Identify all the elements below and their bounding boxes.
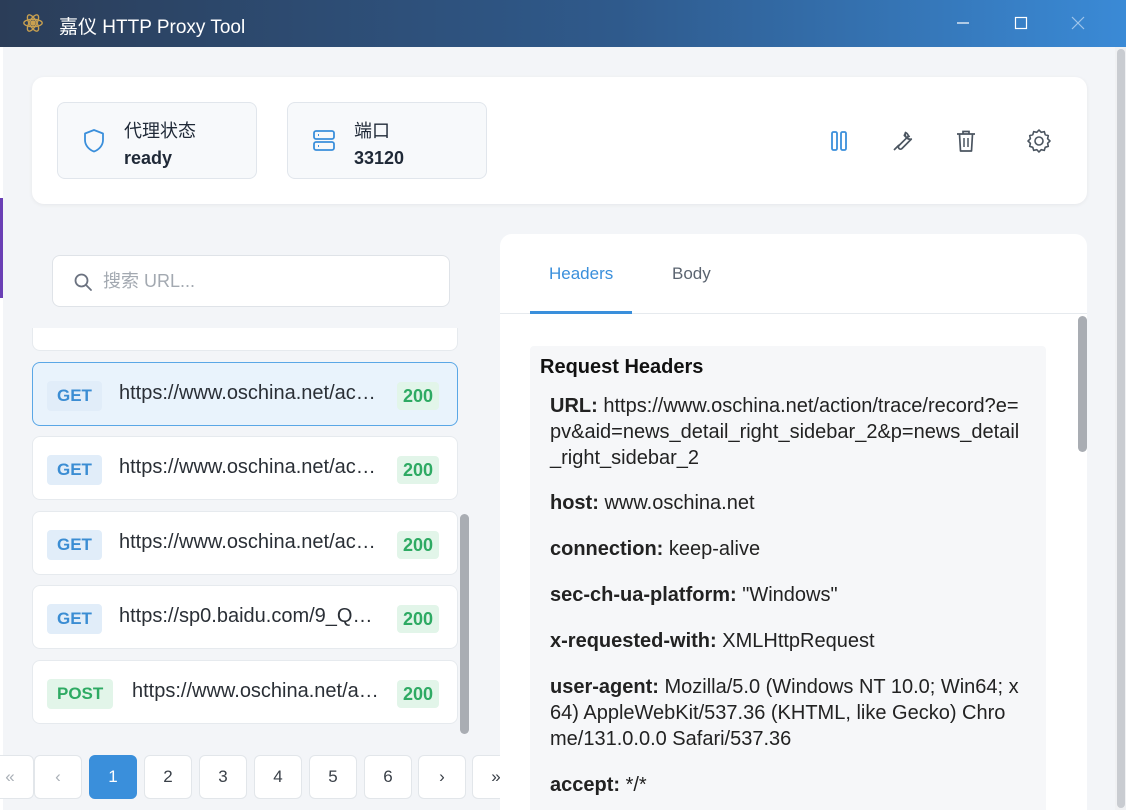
header-value: XMLHttpRequest xyxy=(722,630,875,652)
request-url: https://www.oschina.net/action/trace/rec… xyxy=(119,531,381,553)
clear-button[interactable] xyxy=(950,125,982,157)
header-entry: accept: */* xyxy=(550,772,1020,798)
page-button-5[interactable]: 5 xyxy=(309,755,357,799)
close-icon xyxy=(1071,16,1085,30)
header-value: keep-alive xyxy=(668,538,761,560)
request-list: GET https://www.oschina.net/action/trace… xyxy=(30,328,462,736)
page-button-3[interactable]: 3 xyxy=(199,755,247,799)
status-badge: 200 xyxy=(397,382,440,410)
title-bar: 嘉仪 HTTP Proxy Tool xyxy=(0,0,1126,47)
proxy-status-label: 代理状态 xyxy=(124,121,196,141)
port-label: 端口 xyxy=(354,121,390,141)
page-button-1[interactable]: 1 xyxy=(89,755,137,799)
request-url: https://www.oschina.net/action/trace/rec… xyxy=(119,382,381,404)
method-badge: POST xyxy=(47,679,114,709)
page-button-4[interactable]: 4 xyxy=(254,755,302,799)
detail-scroll-thumb[interactable] xyxy=(1078,316,1087,452)
last-page-button[interactable]: » xyxy=(472,755,500,799)
window-scroll-thumb[interactable] xyxy=(1117,49,1125,808)
header-entry: connection: keep-alive xyxy=(550,536,1020,562)
gear-icon xyxy=(1027,129,1051,153)
header-entry: URL: https://www.oschina.net/action/trac… xyxy=(550,393,1020,471)
header-entry: x-requested-with: XMLHttpRequest xyxy=(550,628,1020,654)
header-value: https://www.oschina.net/action/trace/rec… xyxy=(550,395,1020,469)
prev-page-button[interactable]: ‹ xyxy=(34,755,82,799)
header-key: URL: xyxy=(550,395,598,417)
request-url: https://www.oschina.net/action/ajax/reco… xyxy=(132,680,384,702)
request-row[interactable]: GET https://sp0.baidu.com/9_Q4simg2RQJ8t… xyxy=(32,585,458,649)
header-key: host: xyxy=(550,492,599,514)
minimize-icon xyxy=(957,22,969,24)
search-input[interactable] xyxy=(103,266,433,296)
header-entry: host: www.oschina.net xyxy=(550,490,1020,516)
settings-button[interactable] xyxy=(1023,125,1055,157)
window-title: 嘉仪 HTTP Proxy Tool xyxy=(59,17,246,38)
pagination: « ‹ 1 2 3 4 5 6 › » xyxy=(0,755,500,799)
maximize-icon xyxy=(1014,16,1028,30)
page-button-6[interactable]: 6 xyxy=(364,755,412,799)
proxy-status-value: ready xyxy=(124,148,173,168)
status-card: 代理状态 ready 端口 33120 xyxy=(32,77,1087,204)
proxy-status-stat: 代理状态 ready xyxy=(57,102,257,179)
pause-icon xyxy=(831,131,847,151)
detail-panel: Headers Body Request Headers URL: https:… xyxy=(500,234,1087,810)
header-value: "Windows" xyxy=(742,584,838,606)
first-page-button[interactable]: « xyxy=(0,755,34,799)
trash-icon xyxy=(957,130,975,152)
method-badge: GET xyxy=(47,455,102,485)
search-box xyxy=(52,255,450,307)
header-key: user-agent: xyxy=(550,676,659,698)
header-key: connection: xyxy=(550,538,664,560)
status-badge: 200 xyxy=(397,680,440,708)
request-headers-box: Request Headers URL: https://www.oschina… xyxy=(530,346,1046,810)
request-list-scroll-thumb[interactable] xyxy=(460,514,469,734)
next-page-button[interactable]: › xyxy=(418,755,466,799)
request-row-partial[interactable] xyxy=(32,328,458,351)
close-button[interactable] xyxy=(1058,8,1098,38)
request-url: https://www.oschina.net/action/trace/rec… xyxy=(119,456,381,478)
header-key: accept: xyxy=(550,774,621,796)
method-badge: GET xyxy=(47,604,102,634)
app-logo-icon xyxy=(23,14,43,32)
shield-icon xyxy=(84,129,104,153)
server-icon xyxy=(313,130,335,151)
request-row[interactable]: GET https://www.oschina.net/action/trace… xyxy=(32,436,458,500)
background-window-mark xyxy=(0,198,3,298)
background-window-edge xyxy=(0,47,3,810)
header-value: www.oschina.net xyxy=(604,492,755,514)
request-row[interactable]: GET https://www.oschina.net/action/trace… xyxy=(32,362,458,426)
tools-button[interactable] xyxy=(887,125,919,157)
tab-body[interactable]: Body xyxy=(672,264,711,284)
request-row[interactable]: GET https://www.oschina.net/action/trace… xyxy=(32,511,458,575)
maximize-button[interactable] xyxy=(1001,8,1041,38)
status-badge: 200 xyxy=(397,531,440,559)
detail-tabs: Headers Body xyxy=(500,234,1087,314)
request-url: https://sp0.baidu.com/9_Q4simg2RQJ8t7jm9… xyxy=(119,605,381,627)
header-key: x-requested-with: xyxy=(550,630,717,652)
header-key: sec-ch-ua-platform: xyxy=(550,584,737,606)
status-badge: 200 xyxy=(397,456,440,484)
tab-headers[interactable]: Headers xyxy=(549,264,613,284)
search-icon xyxy=(74,273,92,291)
page-button-2[interactable]: 2 xyxy=(144,755,192,799)
port-stat: 端口 33120 xyxy=(287,102,487,179)
status-badge: 200 xyxy=(397,605,440,633)
section-title: Request Headers xyxy=(540,356,704,378)
method-badge: GET xyxy=(47,381,102,411)
active-tab-indicator xyxy=(530,311,632,314)
method-badge: GET xyxy=(47,530,102,560)
header-entry: sec-ch-ua-platform: "Windows" xyxy=(550,582,1020,608)
pause-button[interactable] xyxy=(823,125,855,157)
minimize-button[interactable] xyxy=(943,8,983,38)
request-row[interactable]: POST https://www.oschina.net/action/ajax… xyxy=(32,660,458,724)
header-entry: user-agent: Mozilla/5.0 (Windows NT 10.0… xyxy=(550,674,1020,752)
port-value: 33120 xyxy=(354,148,405,168)
wrench-icon xyxy=(893,131,913,151)
header-value: */* xyxy=(625,774,647,796)
